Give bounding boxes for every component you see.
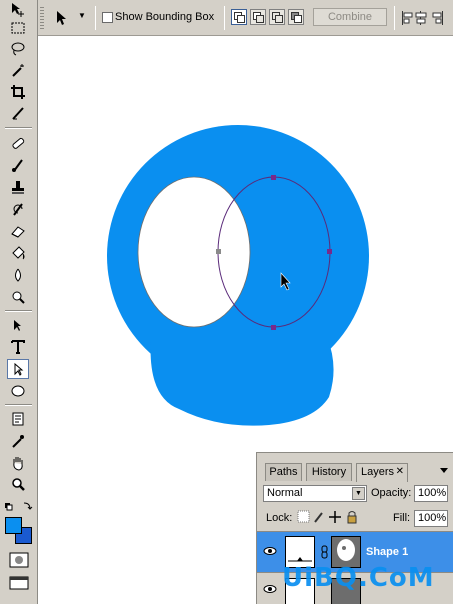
lock-options-icons[interactable] bbox=[297, 510, 357, 524]
lock-label: Lock: bbox=[266, 512, 293, 524]
add-to-shape-area-button[interactable] bbox=[231, 9, 247, 25]
blend-mode-value: Normal bbox=[267, 487, 303, 499]
chevron-down-icon: ▼ bbox=[352, 487, 365, 500]
path-selection-icon bbox=[14, 320, 21, 331]
tab-label: History bbox=[311, 466, 347, 478]
link-chain-icon bbox=[321, 545, 328, 559]
dodge-tool[interactable] bbox=[7, 287, 29, 307]
show-bounding-box-checkbox[interactable] bbox=[102, 12, 113, 23]
magnifier-icon bbox=[12, 478, 25, 491]
toolbox bbox=[0, 0, 38, 604]
ellipse-tool[interactable] bbox=[7, 381, 29, 401]
blur-tool[interactable] bbox=[7, 265, 29, 285]
brush-icon bbox=[12, 159, 23, 172]
history-brush-tool[interactable] bbox=[7, 199, 29, 219]
align-distribute-icons[interactable] bbox=[400, 9, 453, 27]
tab-layers[interactable]: Layers ✕ bbox=[356, 463, 408, 482]
anchor-point-top[interactable] bbox=[271, 175, 276, 180]
separator bbox=[5, 310, 32, 312]
white-ellipse-shape[interactable] bbox=[137, 176, 251, 328]
tool-preset-picker[interactable]: ▼ bbox=[50, 8, 92, 28]
zoom-tool[interactable] bbox=[7, 475, 29, 495]
subtract-from-shape-area-button[interactable] bbox=[250, 9, 266, 25]
tab-label: Paths bbox=[269, 466, 298, 478]
tab-label: Layers bbox=[361, 466, 395, 478]
separator bbox=[95, 6, 96, 30]
hand-icon bbox=[13, 457, 23, 471]
separator bbox=[5, 404, 32, 406]
separator bbox=[5, 127, 32, 129]
brush-tool[interactable] bbox=[7, 155, 29, 175]
show-bounding-box-label: Show Bounding Box bbox=[115, 11, 215, 23]
combine-button[interactable]: Combine bbox=[313, 8, 387, 26]
notes-tool[interactable] bbox=[7, 409, 29, 429]
exclude-overlapping-shape-areas-button[interactable] bbox=[288, 9, 304, 25]
watermark-logo: UiBQ.CoM bbox=[282, 563, 435, 593]
clone-stamp-tool[interactable] bbox=[7, 177, 29, 197]
slice-tool[interactable] bbox=[7, 103, 29, 123]
paint-bucket-tool[interactable] bbox=[7, 243, 29, 263]
healing-brush-tool[interactable] bbox=[7, 133, 29, 153]
opacity-label: Opacity: bbox=[371, 487, 412, 499]
separator bbox=[394, 6, 395, 30]
bandage-icon bbox=[12, 137, 25, 149]
marquee-tool[interactable] bbox=[7, 18, 29, 38]
direct-selection-icon bbox=[14, 362, 24, 376]
chevron-down-icon: ▼ bbox=[78, 11, 86, 20]
crop-icon bbox=[11, 85, 25, 99]
fill-input[interactable]: 100% bbox=[414, 510, 448, 527]
paint-bucket-icon bbox=[12, 246, 25, 260]
slice-icon bbox=[12, 107, 24, 120]
lasso-tool[interactable] bbox=[7, 39, 29, 59]
magic-wand-tool[interactable] bbox=[7, 60, 29, 80]
dodge-icon bbox=[12, 291, 25, 304]
stamp-icon bbox=[12, 181, 24, 194]
foreground-color-swatch[interactable] bbox=[5, 517, 22, 534]
direct-selection-tool[interactable] bbox=[7, 359, 29, 379]
move-icon bbox=[12, 3, 24, 17]
direct-selection-arrow-icon bbox=[57, 11, 66, 25]
close-icon[interactable]: ✕ bbox=[396, 464, 404, 480]
type-icon bbox=[11, 340, 25, 354]
type-tool[interactable] bbox=[7, 337, 29, 357]
hand-tool[interactable] bbox=[7, 453, 29, 473]
move-tool[interactable] bbox=[7, 0, 29, 20]
blend-mode-select[interactable]: Normal ▼ bbox=[263, 485, 367, 502]
opacity-input[interactable]: 100% bbox=[414, 485, 448, 502]
eye-icon[interactable] bbox=[263, 582, 277, 596]
quick-mask-icon[interactable] bbox=[9, 552, 29, 568]
options-bar: ▼ Show Bounding Box Combine bbox=[0, 0, 453, 36]
eyedropper-tool[interactable] bbox=[7, 431, 29, 451]
magic-wand-icon bbox=[12, 64, 24, 77]
anchor-point-right[interactable] bbox=[327, 249, 332, 254]
options-bar-grip[interactable] bbox=[40, 7, 44, 29]
ellipse-icon bbox=[11, 385, 25, 397]
photoshop-window: ▼ Show Bounding Box Combine Paths Histor… bbox=[0, 0, 453, 604]
anchor-point-left[interactable] bbox=[216, 249, 221, 254]
marquee-icon bbox=[11, 22, 25, 34]
notes-icon bbox=[12, 412, 24, 426]
eye-icon[interactable] bbox=[263, 544, 277, 558]
eraser-tool[interactable] bbox=[7, 221, 29, 241]
eraser-icon bbox=[11, 226, 25, 238]
path-selection-tool[interactable] bbox=[7, 316, 29, 336]
tab-paths[interactable]: Paths bbox=[265, 463, 302, 481]
layer-name: Shape 1 bbox=[366, 546, 409, 558]
tab-history[interactable]: History bbox=[306, 463, 352, 481]
screen-mode-icon[interactable] bbox=[9, 575, 29, 591]
swap-colors-icon[interactable] bbox=[4, 500, 34, 514]
anchor-point-bottom[interactable] bbox=[271, 325, 276, 330]
eyedropper-icon bbox=[12, 435, 24, 448]
history-brush-icon bbox=[13, 203, 23, 216]
intersect-shape-areas-button[interactable] bbox=[269, 9, 285, 25]
blur-icon bbox=[15, 268, 21, 282]
crop-tool[interactable] bbox=[7, 82, 29, 102]
lasso-icon bbox=[11, 42, 25, 56]
panel-menu-icon[interactable] bbox=[439, 465, 449, 475]
separator bbox=[224, 6, 225, 30]
fill-label: Fill: bbox=[393, 512, 411, 524]
